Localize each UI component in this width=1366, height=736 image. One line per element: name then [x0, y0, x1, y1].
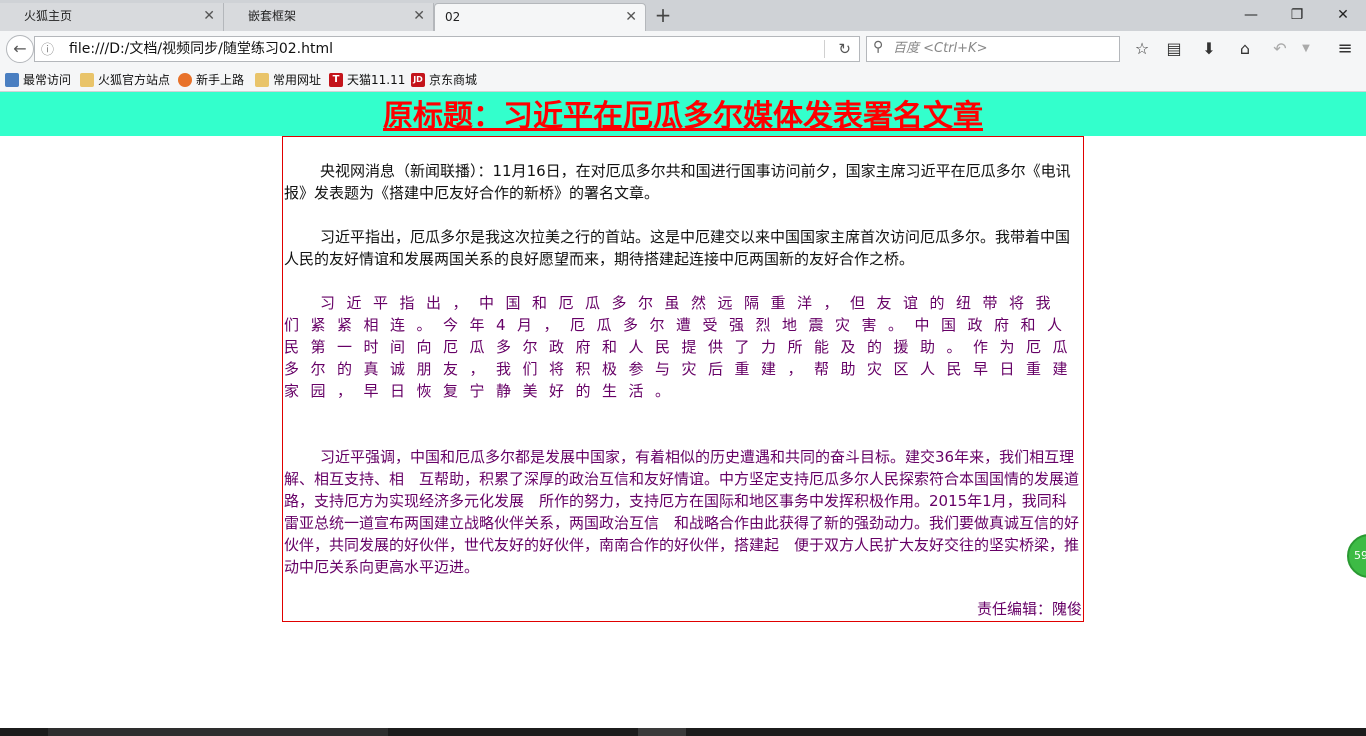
address-bar[interactable]: ⓘ file:///D:/文档/视频同步/随堂练习02.html ↻ — [34, 36, 860, 62]
bookmark-most-visited[interactable]: 最常访问 — [5, 71, 71, 89]
tab-nested-frames[interactable]: 嵌套框架 ✕ — [224, 3, 434, 31]
close-tab-icon[interactable]: ✕ — [203, 3, 215, 29]
bookmark-label: 常用网址 — [273, 73, 322, 87]
tab-label: 嵌套框架 — [248, 9, 297, 23]
paragraph-cooperation: 习近平强调，中国和厄瓜多尔都是发展中国家，有着相似的历史遭遇和共同的奋斗目标。建… — [284, 448, 1080, 576]
search-placeholder[interactable]: 百度 <Ctrl+K> — [893, 37, 987, 61]
downloads-icon[interactable]: ⬇ — [1197, 38, 1221, 60]
search-icon: ⚲ — [873, 39, 884, 55]
editor-credit: 责任编辑：隗俊 — [976, 600, 1082, 618]
close-window-button[interactable]: ✕ — [1320, 0, 1366, 30]
firefox-icon — [178, 73, 192, 87]
jd-icon: JD — [411, 73, 425, 87]
bookmark-jd[interactable]: JD 京东商城 — [411, 71, 477, 89]
menu-icon[interactable]: ≡ — [1333, 38, 1357, 60]
bookmark-label: 新手上路 — [196, 73, 245, 87]
arrow-left-icon: ← — [13, 39, 27, 58]
undo-icon[interactable]: ↶ — [1268, 38, 1292, 60]
reload-icon[interactable]: ↻ — [838, 37, 851, 61]
restore-button[interactable]: ❐ — [1274, 0, 1320, 30]
taskbar — [0, 728, 1366, 736]
search-bar[interactable]: ⚲ 百度 <Ctrl+K> — [866, 36, 1120, 62]
close-tab-icon[interactable]: ✕ — [413, 3, 425, 29]
folder-icon — [255, 73, 269, 87]
page-title: 原标题：习近平在厄瓜多尔媒体发表署名文章 — [383, 99, 983, 134]
tab-02[interactable]: 02 ✕ — [434, 3, 646, 31]
paragraph-first-stop: 习近平指出，厄瓜多尔是我这次拉美之行的首站。这是中厄建交以来中国国家主席首次访问… — [284, 228, 1071, 268]
bookmark-label: 天猫11.11 — [347, 73, 406, 87]
page-header: 原标题：习近平在厄瓜多尔媒体发表署名文章 — [0, 92, 1366, 136]
taskbar-item[interactable] — [48, 728, 388, 736]
home-icon[interactable]: ⌂ — [1233, 38, 1257, 60]
tmall-icon: T — [329, 73, 343, 87]
url-text[interactable]: file:///D:/文档/视频同步/随堂练习02.html — [69, 37, 333, 61]
bookmark-label: 最常访问 — [23, 73, 72, 87]
folder-icon — [80, 73, 94, 87]
tab-label: 火狐主页 — [24, 9, 73, 23]
blue-bookmark-icon — [5, 73, 19, 87]
floating-badge[interactable]: 59 — [1347, 534, 1366, 578]
bookmark-firefox-official[interactable]: 火狐官方站点 — [80, 71, 170, 89]
reader-view-icon[interactable]: ▤ — [1162, 38, 1186, 60]
paragraph-intro: 央视网消息（新闻联播）：11月16日，在对厄瓜多尔共和国进行国事访问前夕，国家主… — [284, 162, 1071, 202]
bookmark-label: 京东商城 — [429, 73, 478, 87]
close-tab-icon[interactable]: ✕ — [625, 4, 637, 30]
bookmark-label: 火狐官方站点 — [98, 73, 171, 87]
bookmark-getting-started[interactable]: 新手上路 — [178, 71, 244, 89]
bookmarks-toolbar: 最常访问 火狐官方站点 新手上路 常用网址 T 天猫11.11 JD 京东商城 — [0, 67, 1366, 92]
minimize-button[interactable]: — — [1228, 0, 1274, 30]
bookmark-star-icon[interactable]: ☆ — [1130, 38, 1154, 60]
taskbar-item[interactable] — [638, 728, 686, 736]
tab-strip: 火狐主页 ✕ 嵌套框架 ✕ 02 ✕ + — ❐ ✕ — [0, 0, 1366, 31]
dropdown-icon[interactable]: ▼ — [1294, 38, 1318, 60]
paragraph-friendship: 习近平指出，中国和厄瓜多尔虽然远隔重洋，但友谊的纽带将我们紧紧相连。今年4月，厄… — [284, 294, 1080, 400]
new-tab-button[interactable]: + — [652, 3, 674, 29]
back-button[interactable]: ← — [6, 35, 34, 63]
bookmark-tmall[interactable]: T 天猫11.11 — [329, 71, 405, 89]
info-icon[interactable]: ⓘ — [41, 39, 54, 58]
bookmark-common-sites[interactable]: 常用网址 — [255, 71, 321, 89]
article-box: 央视网消息（新闻联播）：11月16日，在对厄瓜多尔共和国进行国事访问前夕，国家主… — [282, 136, 1084, 622]
divider — [824, 40, 825, 58]
tab-firefox-home[interactable]: 火狐主页 ✕ — [0, 3, 224, 31]
tab-label: 02 — [445, 10, 461, 24]
navigation-toolbar: ← ⓘ file:///D:/文档/视频同步/随堂练习02.html ↻ ⚲ 百… — [0, 31, 1366, 67]
